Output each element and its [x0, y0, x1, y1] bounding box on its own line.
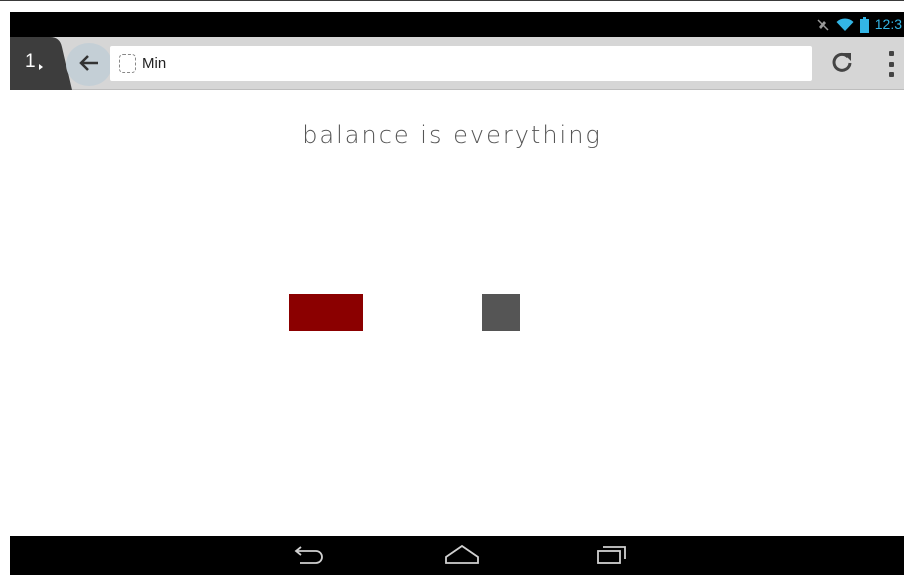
status-bar: 12:3 — [10, 12, 904, 37]
status-icons: 12:3 — [816, 12, 904, 37]
home-icon — [444, 543, 480, 569]
clock: 12:3 — [874, 16, 902, 32]
page-content: balance is everything — [10, 91, 904, 536]
reload-button[interactable] — [830, 50, 858, 78]
battery-icon — [859, 16, 869, 33]
page-headline: balance is everything — [302, 121, 602, 149]
red-block — [289, 294, 363, 331]
navigation-bar — [10, 536, 904, 575]
nav-recent-apps-button[interactable] — [592, 542, 632, 570]
page-icon — [119, 54, 136, 73]
nav-back-button[interactable] — [289, 542, 329, 570]
browser-toolbar: 1 Min — [10, 37, 904, 90]
back-nav-icon — [292, 543, 326, 569]
back-arrow-icon — [79, 54, 99, 76]
tab-count: 1 — [25, 51, 36, 72]
wifi-icon — [836, 17, 854, 32]
mute-icon — [816, 18, 830, 32]
reload-icon — [830, 52, 854, 78]
recent-apps-icon — [595, 543, 629, 569]
back-button[interactable] — [66, 43, 112, 86]
url-text[interactable]: Min — [142, 54, 166, 73]
nav-home-button[interactable] — [442, 542, 482, 570]
screen: 12:3 1 Min balance is everything — [0, 0, 904, 575]
tab-switcher-button[interactable]: 1 — [10, 37, 72, 90]
frame-border — [0, 0, 904, 1]
omnibox[interactable]: Min — [110, 46, 812, 81]
overflow-menu-icon — [888, 51, 894, 56]
chevron-right-icon — [38, 57, 44, 76]
overflow-menu-button[interactable] — [886, 51, 896, 77]
gray-block — [482, 294, 520, 331]
